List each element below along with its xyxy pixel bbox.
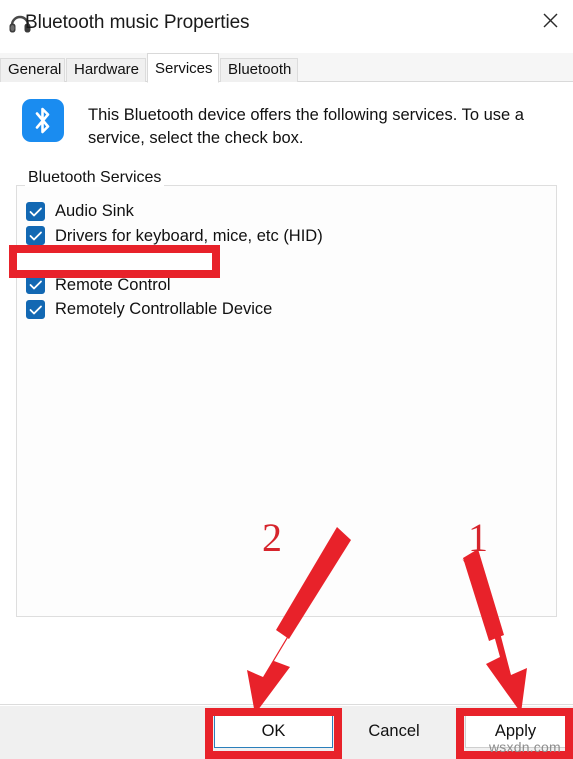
service-row-remotely-controllable-device[interactable]: Remotely Controllable Device bbox=[26, 297, 526, 322]
service-row-remote-control[interactable]: Remote Control bbox=[26, 273, 526, 298]
tab-services[interactable]: Services bbox=[147, 53, 219, 83]
service-label-handsfree-telephony: Handsfree Telephony bbox=[55, 251, 211, 270]
group-label: Bluetooth Services bbox=[25, 168, 165, 187]
checkbox-handsfree-telephony[interactable] bbox=[26, 250, 45, 270]
ok-button[interactable]: OK bbox=[214, 714, 333, 748]
service-label-audio-sink: Audio Sink bbox=[55, 202, 134, 221]
checkbox-hid-drivers[interactable] bbox=[26, 226, 45, 246]
cancel-button[interactable]: Cancel bbox=[341, 714, 447, 748]
services-description: This Bluetooth device offers the followi… bbox=[88, 106, 524, 147]
service-label-remotely-controllable-device: Remotely Controllable Device bbox=[55, 300, 273, 319]
tab-hardware[interactable]: Hardware bbox=[66, 58, 146, 82]
service-row-handsfree-telephony[interactable]: Handsfree Telephony bbox=[26, 248, 526, 273]
bluetooth-icon bbox=[22, 99, 64, 142]
checkbox-remote-control[interactable] bbox=[26, 275, 45, 295]
close-icon[interactable] bbox=[527, 0, 573, 40]
service-row-hid-drivers[interactable]: Drivers for keyboard, mice, etc (HID) bbox=[26, 224, 526, 249]
title-bar: Bluetooth music Properties bbox=[0, 0, 573, 47]
checkbox-audio-sink[interactable] bbox=[26, 201, 45, 221]
group-border-right bbox=[158, 185, 557, 186]
properties-dialog: Bluetooth music Properties General Hardw… bbox=[0, 0, 573, 759]
group-border-left bbox=[16, 185, 25, 186]
tab-strip: General Hardware Services Bluetooth bbox=[0, 53, 573, 83]
apply-button[interactable]: Apply bbox=[465, 714, 566, 748]
service-checkbox-list: Audio Sink Drivers for keyboard, mice, e… bbox=[26, 199, 526, 322]
service-row-audio-sink[interactable]: Audio Sink bbox=[26, 199, 526, 224]
tab-bluetooth[interactable]: Bluetooth bbox=[220, 58, 298, 82]
checkbox-remotely-controllable-device[interactable] bbox=[26, 299, 45, 319]
service-label-remote-control: Remote Control bbox=[55, 275, 171, 294]
service-label-hid-drivers: Drivers for keyboard, mice, etc (HID) bbox=[55, 226, 323, 245]
tab-general[interactable]: General bbox=[0, 58, 65, 82]
window-title: Bluetooth music Properties bbox=[25, 12, 250, 33]
